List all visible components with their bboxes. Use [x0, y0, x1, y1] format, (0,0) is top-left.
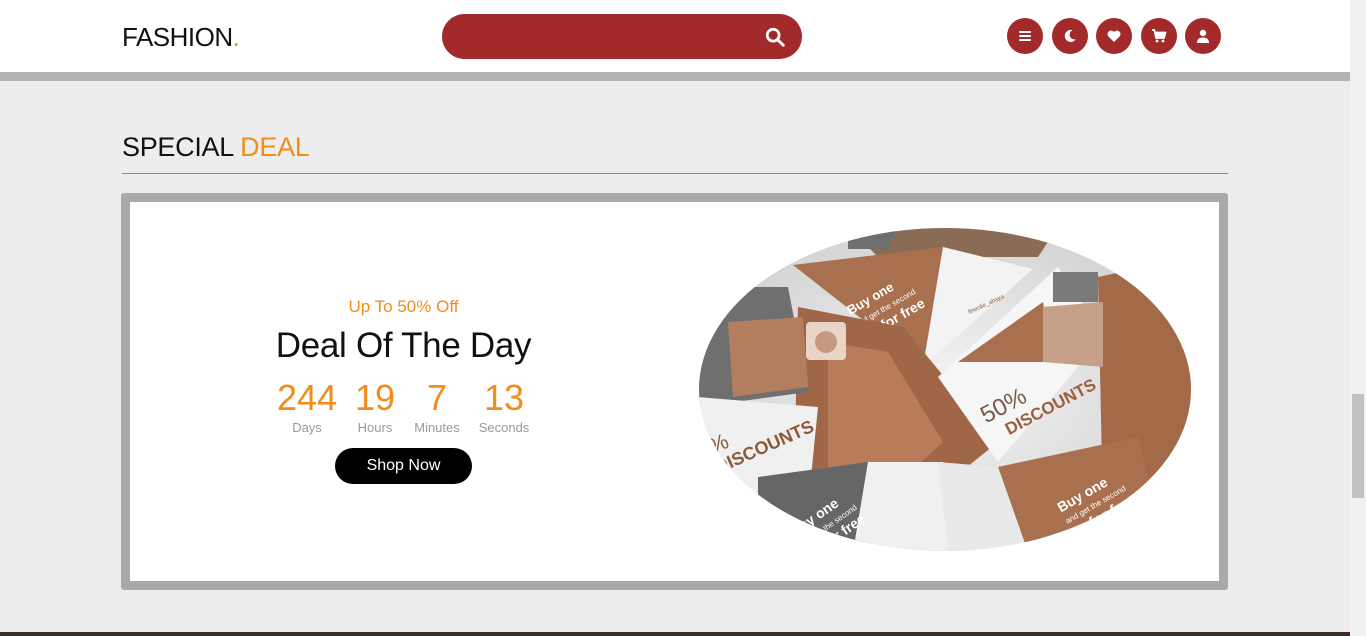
countdown-days-value: 244 — [276, 377, 338, 418]
deal-subtitle: Up To 50% Off — [348, 297, 459, 316]
countdown-minutes: 7 Minutes — [410, 378, 464, 436]
account-button[interactable] — [1185, 18, 1221, 54]
heart-icon — [1107, 30, 1121, 42]
dark-mode-button[interactable] — [1052, 18, 1088, 54]
logo-dot: . — [232, 22, 240, 52]
moon-icon — [1064, 29, 1076, 42]
section-title: SPECIAL DEAL — [122, 132, 310, 163]
header-divider — [0, 72, 1350, 81]
countdown-seconds: 13 Seconds — [476, 378, 532, 436]
countdown-minutes-label: Minutes — [414, 420, 460, 435]
page-scrollbar-track[interactable] — [1350, 0, 1366, 636]
site-logo[interactable]: FASHION. — [122, 22, 240, 53]
search-input[interactable] — [462, 24, 752, 49]
section-title-main: SPECIAL — [122, 132, 233, 162]
countdown-seconds-value: 13 — [483, 377, 525, 418]
logo-text: FASHION — [122, 22, 233, 52]
user-icon — [1197, 29, 1209, 43]
page-scrollbar-thumb[interactable] — [1352, 394, 1364, 498]
countdown-hours: 19 Hours — [352, 378, 398, 436]
countdown-hours-value: 19 — [354, 377, 396, 418]
deal-title: Deal Of The Day — [275, 326, 532, 365]
countdown-hours-label: Hours — [357, 420, 393, 435]
menu-icon — [1019, 31, 1031, 41]
deal-product-image: Buy one and get the second for free 50% … — [699, 228, 1191, 551]
next-section-edge — [0, 632, 1350, 636]
search-bar — [442, 14, 802, 59]
section-title-accent: DEAL — [240, 132, 310, 162]
menu-button[interactable] — [1007, 18, 1043, 54]
wishlist-button[interactable] — [1096, 18, 1132, 54]
cart-icon — [1152, 29, 1167, 43]
shop-now-button[interactable]: Shop Now — [335, 448, 472, 484]
site-header: FASHION. — [0, 0, 1350, 72]
countdown-minutes-value: 7 — [426, 377, 448, 418]
countdown-seconds-label: Seconds — [478, 420, 530, 435]
section-divider — [122, 173, 1228, 174]
cart-button[interactable] — [1141, 18, 1177, 54]
search-icon[interactable] — [764, 26, 786, 48]
countdown-days-label: Days — [292, 420, 322, 435]
countdown-days: 244 Days — [276, 378, 338, 436]
